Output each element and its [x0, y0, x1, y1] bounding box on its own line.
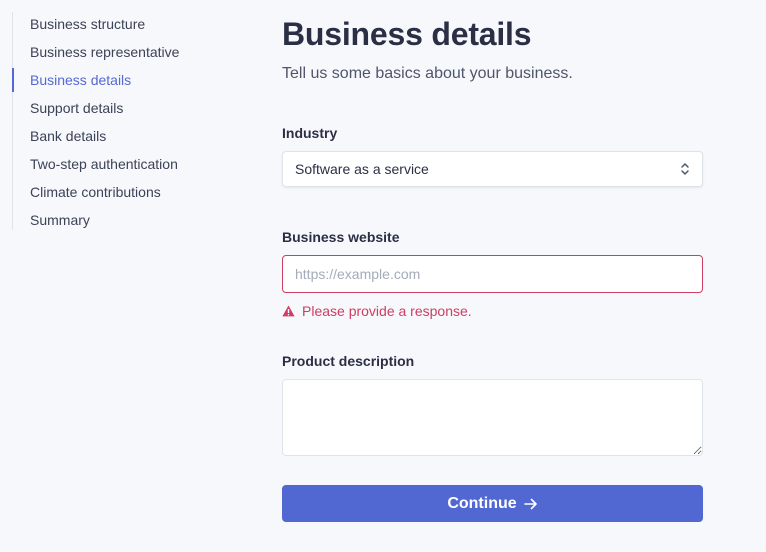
product-field: Product description: [282, 352, 703, 461]
chevron-up-down-icon: [681, 163, 689, 175]
product-description-textarea[interactable]: [282, 379, 703, 456]
industry-field: Industry Software as a service: [282, 124, 703, 187]
sidebar-item-two-step-authentication[interactable]: Two-step authentication: [13, 152, 233, 180]
website-error: Please provide a response.: [282, 303, 703, 319]
sidebar-item-climate-contributions[interactable]: Climate contributions: [13, 180, 233, 208]
sidebar-item-business-structure[interactable]: Business structure: [13, 12, 233, 40]
sidebar-nav: Business structure Business representati…: [12, 12, 233, 230]
website-field: Business website Please provide a respon…: [282, 228, 703, 319]
warning-triangle-icon: [282, 305, 295, 317]
continue-button[interactable]: Continue: [282, 485, 703, 522]
industry-select[interactable]: Software as a service: [282, 151, 703, 187]
sidebar-item-business-representative[interactable]: Business representative: [13, 40, 233, 68]
page-subtitle: Tell us some basics about your business.: [282, 65, 573, 82]
product-description-label: Product description: [282, 353, 415, 369]
industry-label: Industry: [282, 125, 338, 141]
sidebar-item-support-details[interactable]: Support details: [13, 96, 233, 124]
sidebar-item-bank-details[interactable]: Bank details: [13, 124, 233, 152]
main-form: Business details Tell us some basics abo…: [282, 14, 703, 522]
arrow-right-icon: [523, 498, 537, 509]
industry-select-value: Software as a service: [295, 161, 429, 177]
sidebar-item-summary[interactable]: Summary: [13, 208, 233, 236]
website-label: Business website: [282, 229, 400, 245]
website-error-text: Please provide a response.: [302, 303, 472, 319]
sidebar-item-business-details[interactable]: Business details: [12, 68, 233, 96]
website-input[interactable]: [282, 255, 703, 293]
page-title: Business details: [282, 16, 532, 52]
page: Business structure Business representati…: [0, 0, 766, 552]
continue-button-label: Continue: [447, 494, 517, 512]
